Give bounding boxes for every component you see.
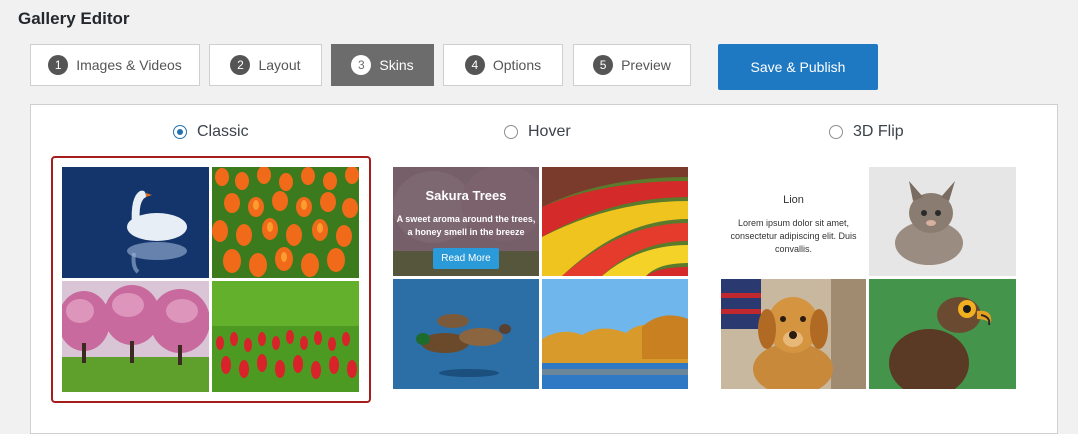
skin-label-classic: Classic [197,123,249,140]
step-number: 2 [230,55,251,75]
tab-label: Options [492,57,542,73]
skin-option-hover[interactable]: Hover [504,123,571,141]
radio-hover[interactable] [504,125,518,139]
radio-3d-flip[interactable] [829,125,843,139]
read-more-button[interactable]: Read More [433,248,499,269]
tab-label: Layout [258,57,301,73]
sakura-image: Sakura Trees A sweet aroma around the tr… [393,167,539,276]
eagle-image [869,279,1016,389]
tab-images-videos[interactable]: 1 Images & Videos [30,44,200,86]
tulip-rows-image [542,167,688,276]
tab-options[interactable]: 4 Options [443,44,563,86]
golden-retriever-image [721,279,866,389]
step-number: 4 [464,55,485,75]
page-title: Gallery Editor [18,9,130,28]
lion-card-back: Lion Lorem ipsum dolor sit amet, consect… [721,167,866,276]
save-publish-button[interactable]: Save & Publish [718,44,878,90]
tab-skins[interactable]: 3 Skins [331,44,434,86]
hover-card-description: A sweet aroma around the trees, a honey … [396,214,536,237]
river-autumn-image [542,279,688,389]
flip-card-title: Lion [783,194,804,206]
hover-skin-preview[interactable]: Sakura Trees A sweet aroma around the tr… [393,167,688,389]
kitten-image [869,167,1016,276]
step-number: 5 [593,55,614,75]
skin-option-flip[interactable]: 3D Flip [829,123,904,141]
flip-card-description: Lorem ipsum dolor sit amet, consectetur … [730,218,857,254]
hover-overlay: Sakura Trees A sweet aroma around the tr… [393,167,539,276]
skin-label-hover: Hover [528,123,571,140]
step-number: 1 [48,55,69,75]
tab-label: Images & Videos [76,57,182,73]
radio-classic[interactable] [173,125,187,139]
classic-skin-preview[interactable] [51,156,371,403]
ducks-image [393,279,539,389]
skin-option-classic[interactable]: Classic [173,123,249,141]
skin-label-flip: 3D Flip [853,123,904,140]
red-tulips-image [212,281,359,392]
step-number: 3 [351,55,372,75]
cherry-trees-image [62,281,209,392]
tab-layout[interactable]: 2 Layout [209,44,322,86]
tab-preview[interactable]: 5 Preview [573,44,691,86]
hover-card-title: Sakura Trees [425,188,507,203]
swan-image [62,167,209,278]
flip-skin-preview[interactable]: Lion Lorem ipsum dolor sit amet, consect… [721,167,1016,389]
tab-label: Preview [621,57,671,73]
tab-label: Skins [379,57,414,73]
orange-tulips-image [212,167,359,278]
